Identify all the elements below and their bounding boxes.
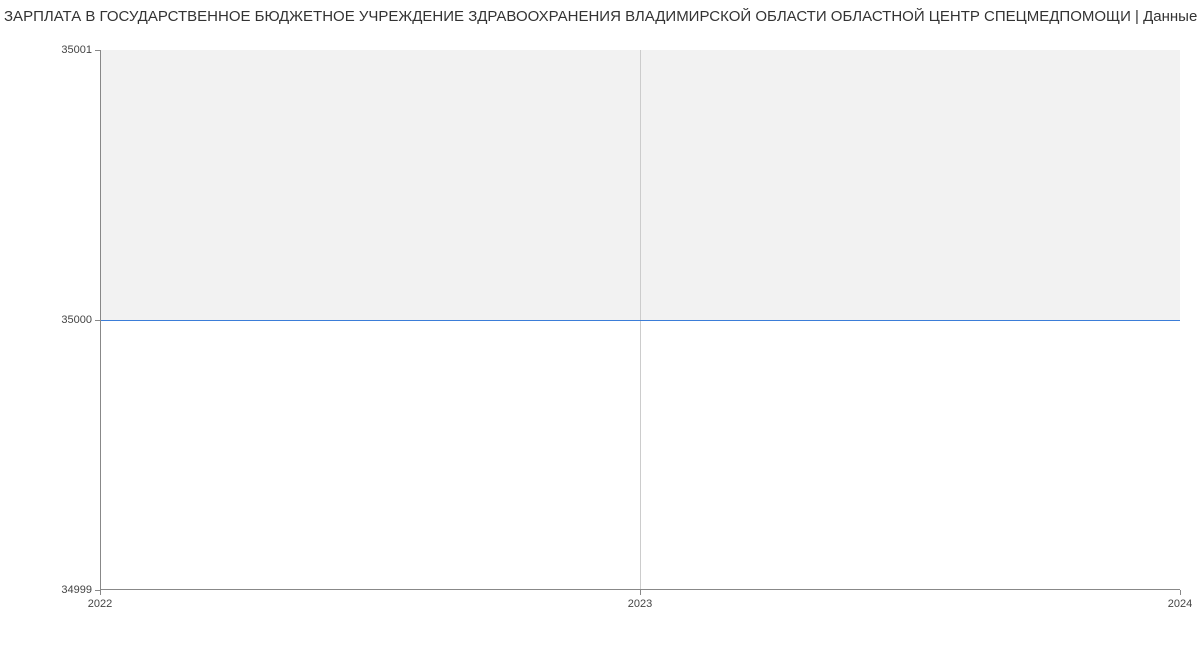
chart-plot-area: 35001 35000 34999 2022 2023 2024 — [100, 50, 1180, 590]
ytick-label: 35001 — [61, 44, 92, 56]
xtick-mark — [1180, 590, 1181, 595]
ytick-mark — [95, 320, 100, 321]
xtick-mark — [100, 590, 101, 595]
ytick-mark — [95, 50, 100, 51]
xtick-label: 2022 — [88, 598, 112, 610]
ytick-label: 34999 — [61, 584, 92, 596]
ytick-label: 35000 — [61, 314, 92, 326]
data-line-series-1 — [100, 320, 1180, 321]
chart-title: ЗАРПЛАТА В ГОСУДАРСТВЕННОЕ БЮДЖЕТНОЕ УЧР… — [0, 8, 1200, 25]
xtick-label: 2024 — [1168, 598, 1192, 610]
xtick-label: 2023 — [628, 598, 652, 610]
xtick-mark — [640, 590, 641, 595]
y-axis-line — [100, 50, 101, 590]
